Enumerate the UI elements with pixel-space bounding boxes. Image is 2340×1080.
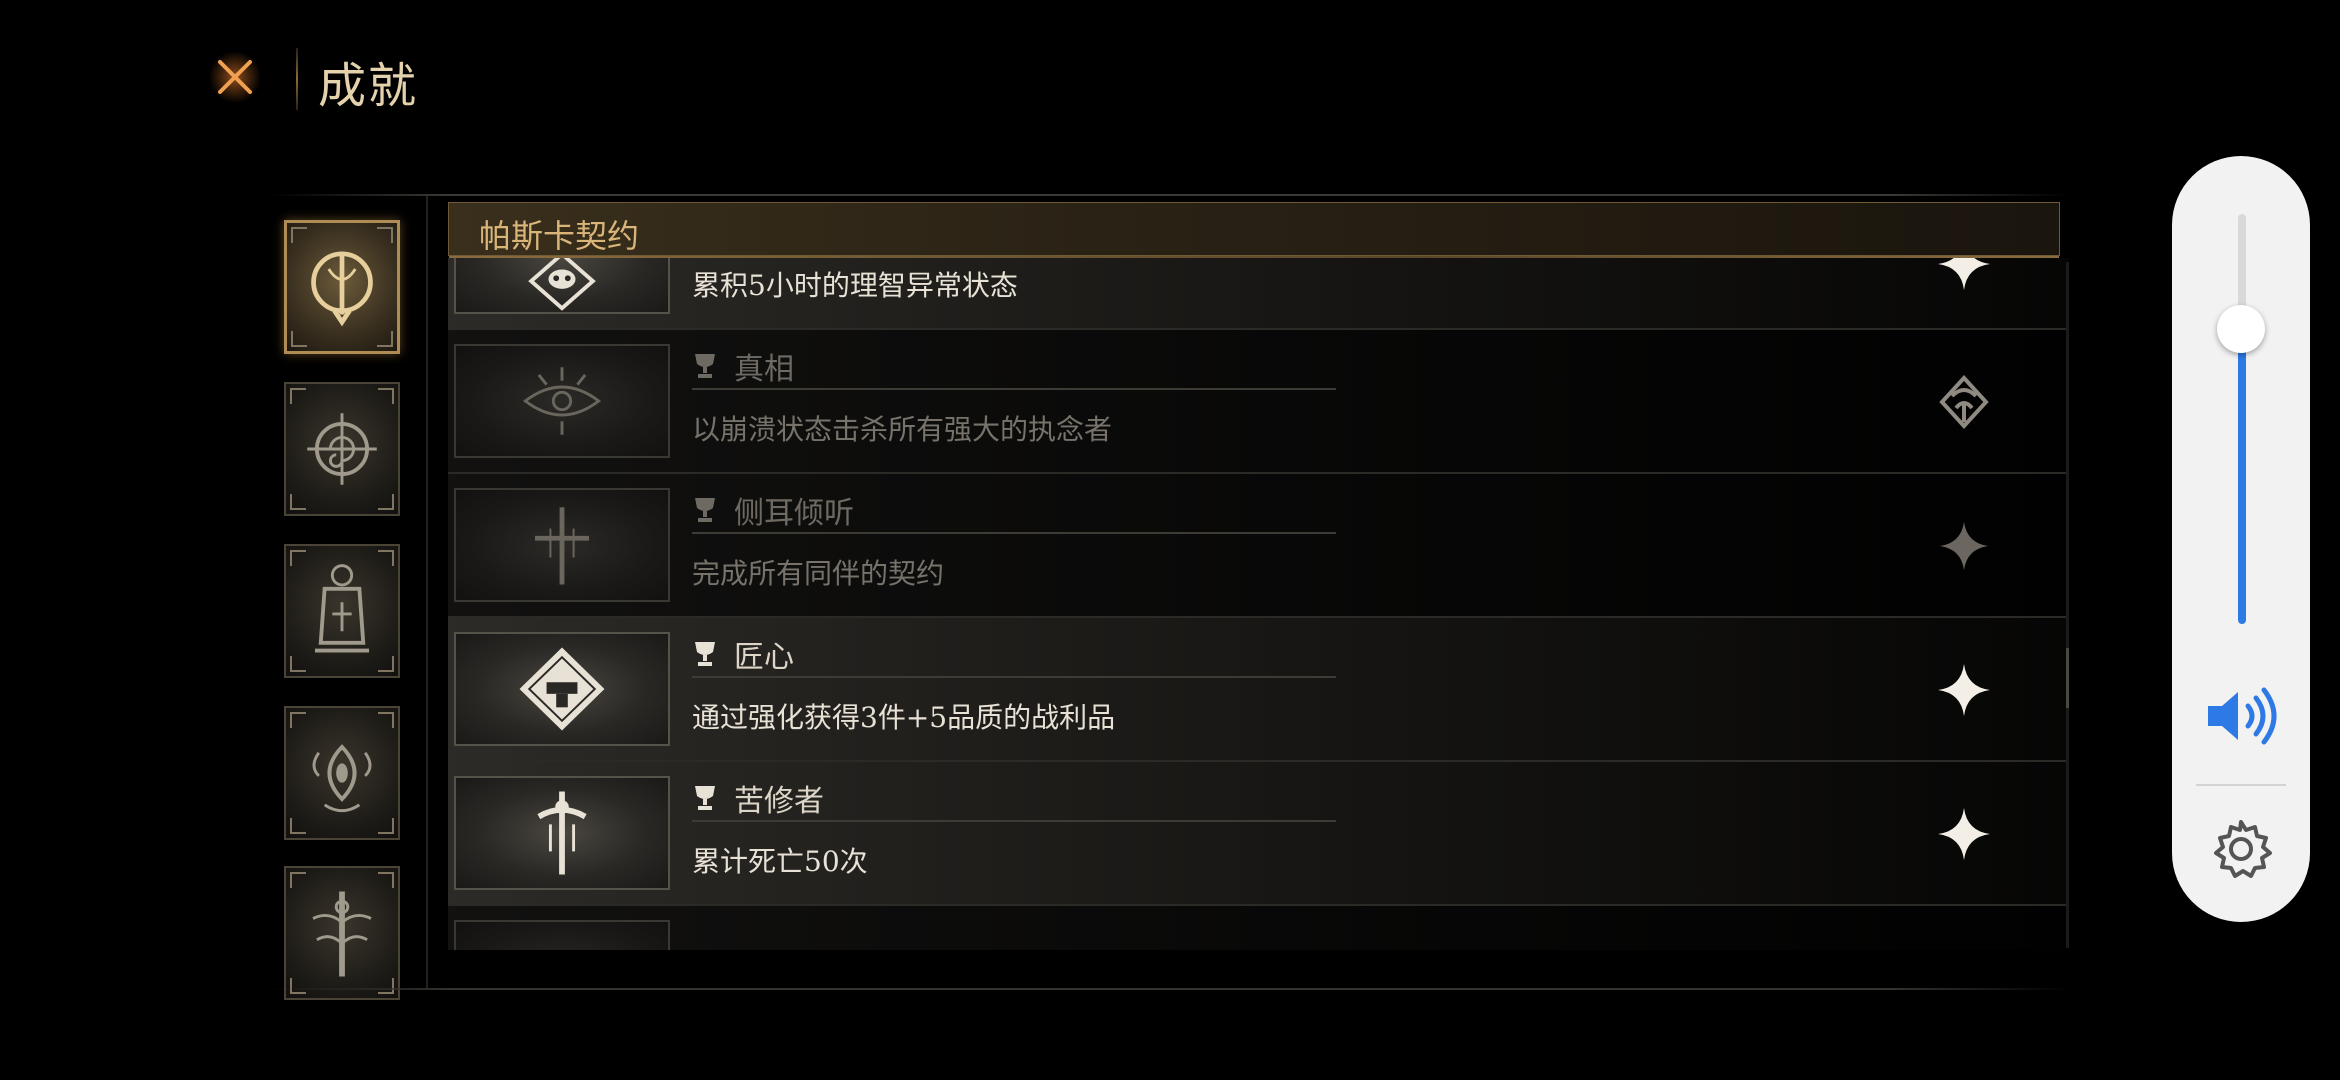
achievement-thumbnail xyxy=(454,920,670,950)
achievement-list[interactable]: 累积5小时的理智异常状态 真相 以崩溃状态击杀所有强大的执念者 侧耳倾听 完成所… xyxy=(448,258,2068,950)
panel-top-border xyxy=(270,194,2070,196)
trophy-cup-icon xyxy=(695,354,715,378)
section-title: 帕斯卡契约 xyxy=(479,217,640,255)
achievement-description: 累积5小时的理智异常状态 xyxy=(692,269,1018,302)
achievement-row[interactable]: 侧耳倾听 完成所有同伴的契约 xyxy=(448,474,2068,618)
category-dagger[interactable] xyxy=(284,866,400,1000)
panel-bottom-border xyxy=(270,988,2070,990)
anvil-diamond-icon xyxy=(519,647,605,731)
header-divider xyxy=(296,48,298,110)
compass-spiral-emblem-icon xyxy=(307,413,377,485)
panel-left-border xyxy=(426,196,428,988)
scrollbar-track[interactable] xyxy=(2066,262,2069,948)
ornate-dagger-emblem-icon xyxy=(312,891,372,977)
achievement-description: 以崩溃状态击杀所有强大的执念者 xyxy=(692,413,1113,446)
achievement-title: 苦修者 xyxy=(692,776,1336,822)
achievement-name: 苦修者 xyxy=(734,784,824,819)
cross-sigil-icon xyxy=(534,507,590,585)
achievement-title: 侧耳倾听 xyxy=(692,488,1336,534)
four-point-star-icon xyxy=(1938,258,1990,290)
close-button[interactable] xyxy=(208,50,262,104)
achievement-row[interactable]: 真相 以崩溃状态击杀所有强大的执念者 xyxy=(448,330,2068,474)
achievement-thumbnail xyxy=(454,488,670,602)
page-title: 成就 xyxy=(318,58,419,114)
category-compass[interactable] xyxy=(284,382,400,516)
speaker-volume-icon[interactable] xyxy=(2204,686,2278,746)
trophy-cup-icon xyxy=(695,642,715,666)
trophy-cup-icon xyxy=(695,786,715,810)
four-point-star-icon xyxy=(1938,664,1990,716)
achievement-row[interactable]: 累积5小时的理智异常状态 xyxy=(448,258,2068,330)
category-eye-sigil[interactable] xyxy=(284,706,400,840)
lantern-emblem-icon xyxy=(314,564,370,653)
volume-divider xyxy=(2196,784,2286,786)
achievement-description: 完成所有同伴的契约 xyxy=(692,557,945,590)
four-point-star-icon xyxy=(1940,522,1988,570)
achievement-title: 匠心 xyxy=(692,632,1336,678)
achievement-thumbnail xyxy=(454,632,670,746)
achievement-name: 匠心 xyxy=(734,640,794,675)
trophy-cup-icon xyxy=(695,498,715,522)
four-point-star-icon xyxy=(1938,808,1990,860)
achievement-thumbnail xyxy=(454,258,670,314)
achievement-row[interactable]: 匠心 通过强化获得3件+5品质的战利品 xyxy=(448,618,2068,762)
achievement-row[interactable]: 苦修者 累计死亡50次 xyxy=(448,762,2068,906)
category-lantern[interactable] xyxy=(284,544,400,678)
gear-icon[interactable] xyxy=(2210,818,2272,880)
achievement-name: 侧耳倾听 xyxy=(734,496,854,531)
faction-crest-icon xyxy=(1939,375,1989,429)
section-header: 帕斯卡契约 xyxy=(448,202,2060,258)
achievement-description: 通过强化获得3件+5品质的战利品 xyxy=(692,701,1116,734)
close-x-icon xyxy=(209,51,261,103)
category-pascal-contract[interactable] xyxy=(284,220,400,354)
eye-sigil-emblem-icon xyxy=(312,744,372,813)
achievement-thumbnail xyxy=(454,344,670,458)
skull-crest-icon xyxy=(528,258,596,311)
pascal-contract-emblem-icon xyxy=(311,251,373,327)
volume-slider-fill xyxy=(2238,328,2246,624)
achievement-description: 累计死亡50次 xyxy=(692,845,868,878)
volume-panel xyxy=(2172,156,2310,922)
scrollbar-thumb[interactable] xyxy=(2066,648,2069,708)
eye-sigil-icon xyxy=(522,367,602,435)
dagger-cross-icon xyxy=(537,791,587,875)
volume-slider-knob[interactable] xyxy=(2217,304,2265,353)
achievement-thumbnail xyxy=(454,776,670,890)
achievement-title: 真相 xyxy=(692,344,1336,390)
achievement-name: 真相 xyxy=(734,352,794,387)
achievement-row[interactable] xyxy=(448,906,2068,950)
